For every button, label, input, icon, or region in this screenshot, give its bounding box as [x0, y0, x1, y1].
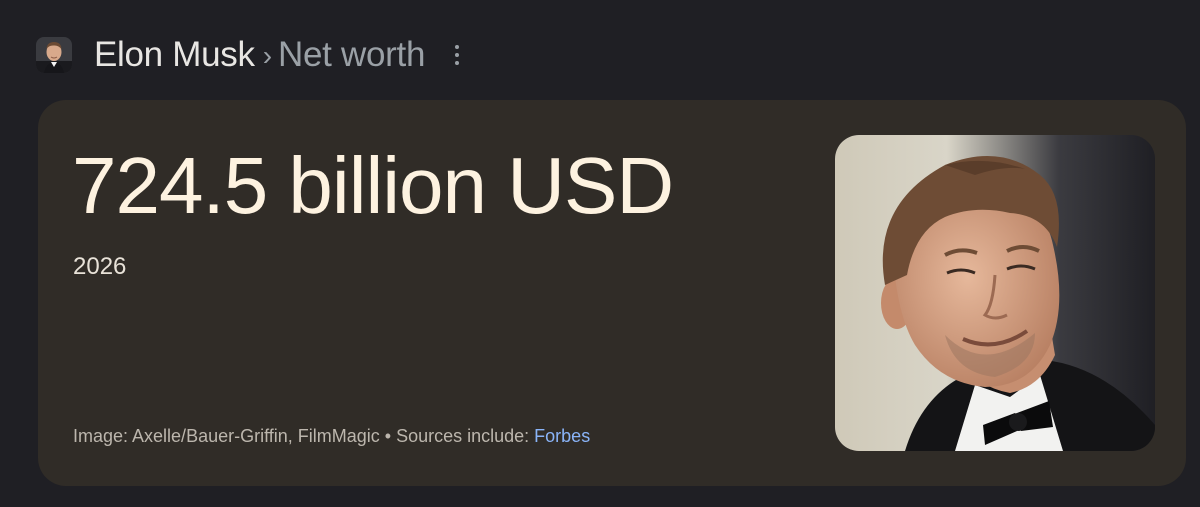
breadcrumb-entity-link[interactable]: Elon Musk: [94, 35, 255, 75]
person-avatar-icon: [36, 37, 72, 73]
image-credit-text: Image: Axelle/Bauer-Griffin, FilmMagic: [73, 426, 380, 446]
image-source-credits: Image: Axelle/Bauer-Griffin, FilmMagic •…: [73, 424, 590, 448]
net-worth-value: 724.5 billion USD: [72, 141, 674, 230]
entity-avatar[interactable]: [36, 37, 72, 73]
net-worth-card: 724.5 billion USD 2026 Image: Axelle/Bau…: [38, 100, 1186, 486]
net-worth-year: 2026: [73, 253, 127, 280]
forbes-source-link[interactable]: Forbes: [534, 426, 590, 446]
sources-label: Sources include:: [396, 426, 535, 446]
portrait-illustration: [835, 135, 1155, 451]
chevron-right-icon: ›: [262, 40, 273, 71]
more-vert-icon[interactable]: [447, 39, 467, 71]
breadcrumb: Elon Musk › Net worth: [36, 33, 467, 77]
portrait-photo[interactable]: [835, 135, 1155, 451]
knowledge-panel-page: Elon Musk › Net worth 724.5 billion USD …: [0, 0, 1200, 507]
breadcrumb-attribute: Net worth: [278, 35, 426, 74]
bullet-separator: •: [379, 426, 397, 446]
